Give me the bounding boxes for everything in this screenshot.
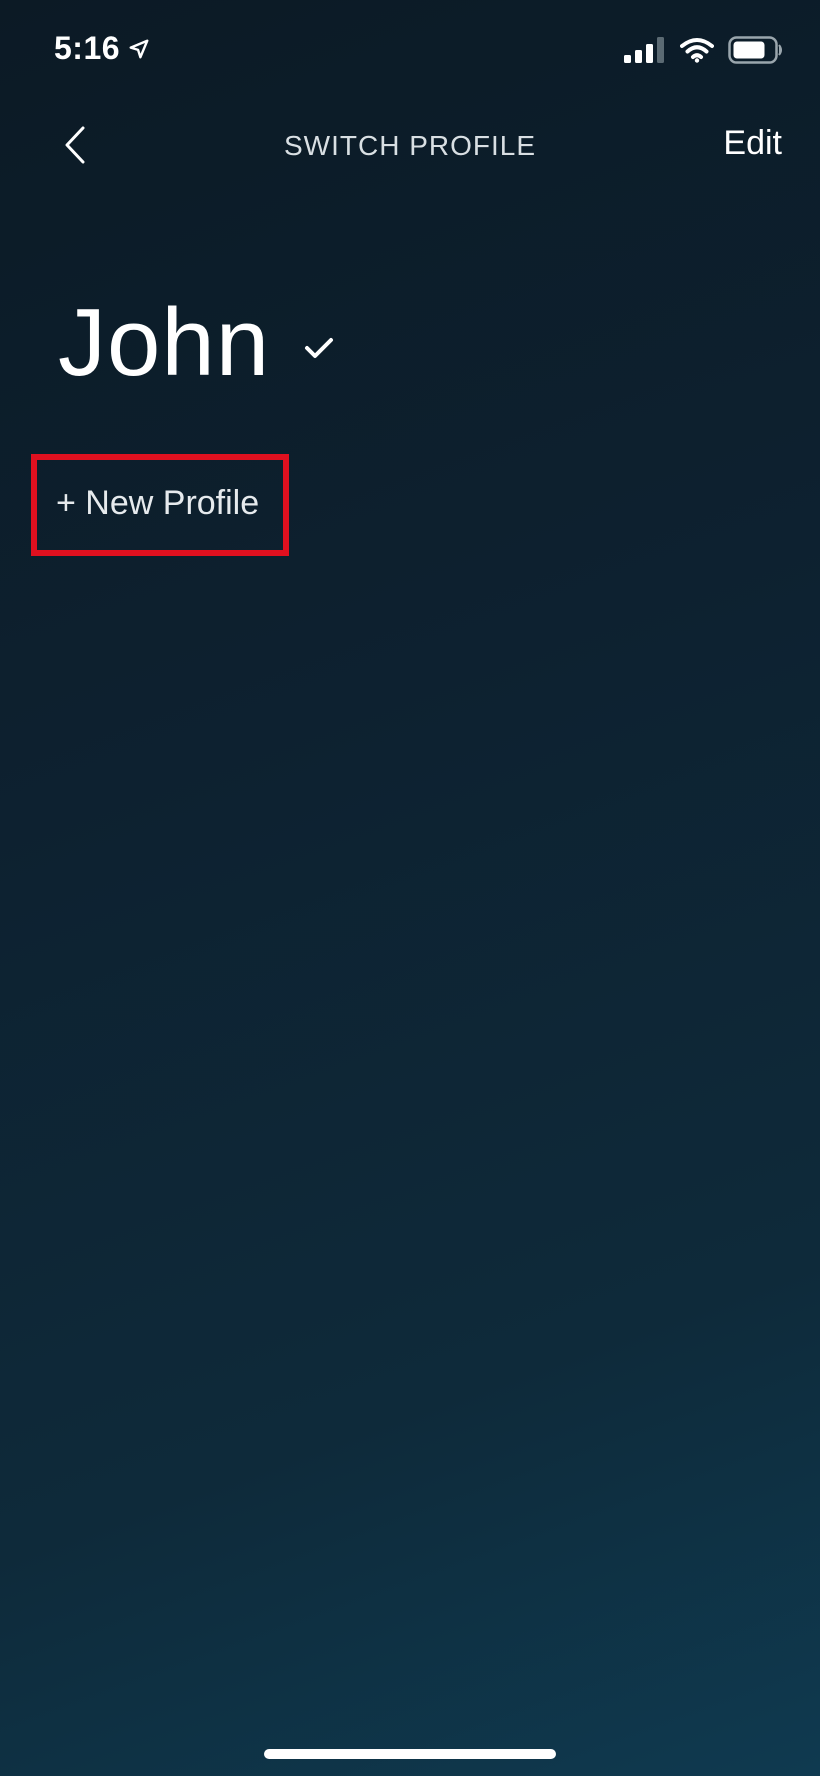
status-time-text: 5:16 [54, 30, 121, 66]
switch-profile-screen: 5:16 SWITCH PROFILE Edit John + New Prof… [0, 0, 820, 1776]
profile-item-john[interactable]: John [58, 295, 334, 391]
status-bar: 5:16 [0, 0, 820, 100]
home-indicator[interactable] [264, 1749, 556, 1759]
wifi-icon [680, 38, 714, 63]
nav-bar: SWITCH PROFILE Edit [0, 110, 820, 182]
location-arrow-icon [129, 39, 149, 58]
page-title: SWITCH PROFILE [283, 130, 536, 161]
status-icons [624, 36, 784, 64]
status-time: 5:16 [54, 30, 150, 67]
cellular-signal-icon [624, 37, 664, 63]
battery-icon [728, 36, 782, 64]
new-profile-button[interactable]: + New Profile [56, 484, 259, 523]
profile-name: John [58, 289, 271, 396]
edit-button[interactable]: Edit [723, 124, 782, 163]
checkmark-icon [305, 338, 334, 358]
